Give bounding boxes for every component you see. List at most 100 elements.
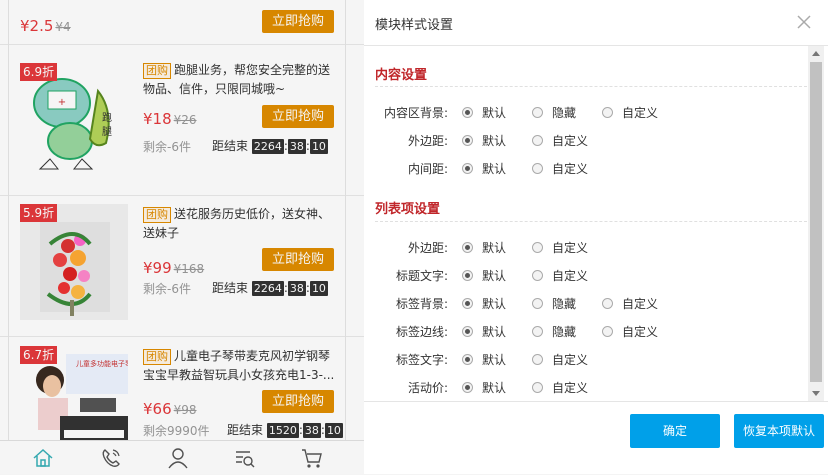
countdown: 距结束 1520:38:10 xyxy=(227,423,343,438)
product-image: + 跑 腿 6.9折 xyxy=(20,63,128,179)
countdown-label: 距结束 xyxy=(212,281,249,295)
svg-text:儿童多功能电子琴: 儿童多功能电子琴 xyxy=(76,359,128,368)
user-icon[interactable] xyxy=(167,447,189,469)
radio-icon[interactable] xyxy=(532,326,543,337)
radio-option-custom[interactable]: 自定义 xyxy=(602,104,658,121)
radio-icon[interactable] xyxy=(462,326,473,337)
list-item-top: ¥2.5 ¥4 立即抢购 xyxy=(0,0,364,45)
remaining-stock: 剩余9990件 xyxy=(143,424,210,438)
item-title: 团购 送花服务历史低价，送女神、送妹子 xyxy=(143,205,339,243)
countdown-label: 距结束 xyxy=(227,423,264,437)
cart-icon[interactable] xyxy=(301,447,323,469)
item-title-text: 送花服务历史低价，送女神、送妹子 xyxy=(143,207,331,240)
remaining-stock: 剩余-6件 xyxy=(143,282,191,296)
home-icon[interactable] xyxy=(32,447,54,469)
discount-badge: 6.9折 xyxy=(20,63,58,81)
radio-option-default[interactable]: 默认 xyxy=(462,351,506,368)
section-title-content: 内容设置 xyxy=(375,68,428,83)
radio-option-custom[interactable]: 自定义 xyxy=(532,379,588,396)
reset-default-button[interactable]: 恢复本项默认 xyxy=(734,414,824,448)
group-buy-tag: 团购 xyxy=(143,63,171,79)
radio-option-hide[interactable]: 隐藏 xyxy=(532,104,576,121)
old-price: ¥168 xyxy=(173,262,205,276)
list-item[interactable]: + 跑 腿 6.9折 团购 跑腿业务，帮您安全完整的送物品、信件，只限同城哦~ ¥… xyxy=(0,55,364,196)
countdown-minutes: 38 xyxy=(287,139,306,154)
radio-icon[interactable] xyxy=(462,163,473,174)
radio-icon[interactable] xyxy=(602,326,613,337)
radio-option-custom[interactable]: 自定义 xyxy=(532,132,588,149)
phone-icon[interactable] xyxy=(100,447,122,469)
row-label: 外边距: xyxy=(407,241,448,255)
radio-option-default[interactable]: 默认 xyxy=(462,132,506,149)
radio-icon[interactable] xyxy=(532,163,543,174)
radio-icon[interactable] xyxy=(532,242,543,253)
buy-button[interactable]: 立即抢购 xyxy=(262,105,334,128)
radio-option-custom[interactable]: 自定义 xyxy=(532,160,588,177)
product-image: 5.9折 xyxy=(20,204,128,320)
product-image: 儿童多功能电子琴 6.7折 xyxy=(20,346,128,448)
radio-icon[interactable] xyxy=(462,298,473,309)
radio-option-custom[interactable]: 自定义 xyxy=(532,351,588,368)
price: ¥2.5 xyxy=(20,17,54,35)
list-item[interactable]: 5.9折 团购 送花服务历史低价，送女神、送妹子 ¥99 ¥168 立即抢购 剩余-… xyxy=(0,196,364,337)
radio-option-custom[interactable]: 自定义 xyxy=(602,295,658,312)
buy-button[interactable]: 立即抢购 xyxy=(262,10,334,33)
radio-icon[interactable] xyxy=(462,135,473,146)
confirm-button[interactable]: 确定 xyxy=(630,414,720,448)
radio-option-hide[interactable]: 隐藏 xyxy=(532,323,576,340)
search-list-icon[interactable] xyxy=(234,447,256,469)
radio-icon[interactable] xyxy=(532,270,543,281)
radio-icon[interactable] xyxy=(462,242,473,253)
radio-option-hide[interactable]: 隐藏 xyxy=(532,295,576,312)
radio-icon[interactable] xyxy=(602,107,613,118)
price-row: ¥66 ¥98 xyxy=(143,400,197,418)
radio-option-default[interactable]: 默认 xyxy=(462,160,506,177)
close-icon[interactable] xyxy=(794,12,814,32)
buy-button[interactable]: 立即抢购 xyxy=(262,248,334,271)
radio-option-custom[interactable]: 自定义 xyxy=(532,239,588,256)
module-style-dialog: 模块样式设置 内容设置 内容区背景: 默认 隐藏 自定义 外边距: 默认 自定义… xyxy=(364,0,828,474)
radio-option-default[interactable]: 默认 xyxy=(462,379,506,396)
section-divider xyxy=(375,86,807,87)
radio-option-default[interactable]: 默认 xyxy=(462,323,506,340)
radio-option-default[interactable]: 默认 xyxy=(462,239,506,256)
radio-option-custom[interactable]: 自定义 xyxy=(602,323,658,340)
item-title: 团购 儿童电子琴带麦克风初学钢琴宝宝早教益智玩具小女孩充电1-3-... xyxy=(143,347,339,385)
radio-icon[interactable] xyxy=(462,270,473,281)
scrollbar-thumb[interactable] xyxy=(810,62,822,382)
scroll-up-icon[interactable] xyxy=(812,51,820,56)
radio-icon[interactable] xyxy=(462,354,473,365)
countdown-seconds: 10 xyxy=(324,423,343,438)
radio-icon[interactable] xyxy=(532,135,543,146)
dialog-scrollbar[interactable] xyxy=(808,46,824,401)
buy-button[interactable]: 立即抢购 xyxy=(262,390,334,413)
section-title-list-item: 列表项设置 xyxy=(375,202,441,217)
radio-option-default[interactable]: 默认 xyxy=(462,295,506,312)
radio-option-default[interactable]: 默认 xyxy=(462,104,506,121)
radio-icon[interactable] xyxy=(602,298,613,309)
row-label: 外边距: xyxy=(407,134,448,148)
radio-icon[interactable] xyxy=(532,298,543,309)
row-label: 标签边线: xyxy=(395,325,448,339)
countdown-minutes: 38 xyxy=(287,281,306,296)
item-title-text: 儿童电子琴带麦克风初学钢琴宝宝早教益智玩具小女孩充电1-3-... xyxy=(143,349,335,382)
radio-option-default[interactable]: 默认 xyxy=(462,267,506,284)
radio-option-custom[interactable]: 自定义 xyxy=(532,267,588,284)
countdown-label: 距结束 xyxy=(212,139,249,153)
price-row: ¥18 ¥26 xyxy=(143,110,197,128)
list-item[interactable]: 儿童多功能电子琴 6.7折 团购 儿童电子琴带麦克风初学钢琴宝宝早教益智玩具小女孩… xyxy=(0,338,364,448)
mobile-preview: ¥2.5 ¥4 立即抢购 + 跑 腿 6.9折 团购 跑腿业务，帮您安全完整的送物品… xyxy=(0,0,364,474)
countdown-seconds: 10 xyxy=(309,281,328,296)
radio-icon[interactable] xyxy=(462,382,473,393)
item-title-text: 跑腿业务，帮您安全完整的送物品、信件，只限同城哦~ xyxy=(143,63,331,96)
old-price: ¥98 xyxy=(173,403,197,417)
radio-icon[interactable] xyxy=(462,107,473,118)
countdown-minutes: 38 xyxy=(302,423,321,438)
radio-icon[interactable] xyxy=(532,354,543,365)
scroll-down-icon[interactable] xyxy=(812,391,820,396)
price: ¥99 xyxy=(143,259,172,277)
radio-icon[interactable] xyxy=(532,107,543,118)
radio-icon[interactable] xyxy=(532,382,543,393)
countdown: 距结束 2264:38:10 xyxy=(212,139,328,154)
countdown-hours: 2264 xyxy=(251,281,284,296)
